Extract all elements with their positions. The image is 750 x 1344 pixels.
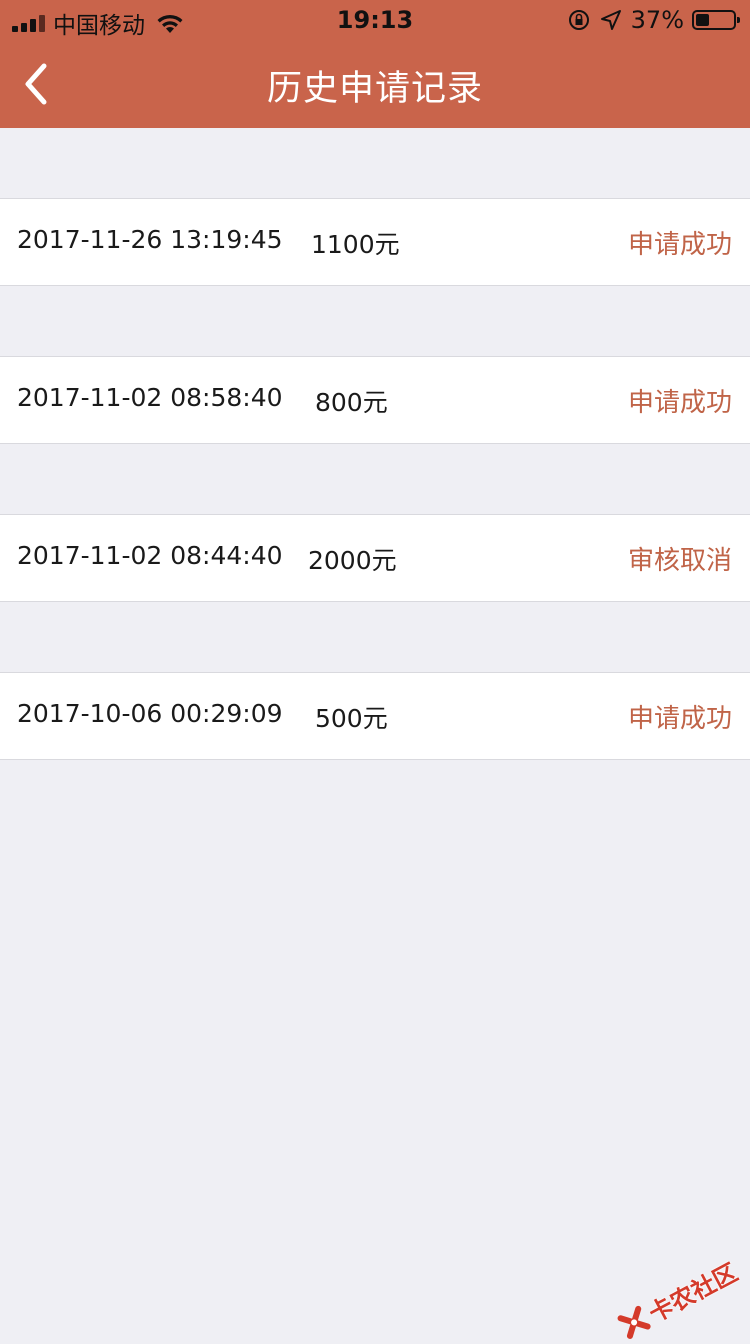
battery-icon: [692, 10, 740, 30]
record-time: 2017-11-02 08:58:40: [17, 383, 283, 412]
record-status: 申请成功: [627, 704, 732, 734]
location-arrow-icon: [600, 10, 621, 30]
page-title: 历史申请记录: [266, 69, 483, 109]
navbar: 历史申请记录: [0, 40, 750, 128]
record-time: 2017-11-02 08:44:40: [17, 541, 283, 570]
rotation-lock-icon: [568, 10, 589, 30]
record-time: 2017-10-06 00:29:09: [17, 699, 283, 728]
watermark-text: 卡农社区: [644, 1258, 743, 1329]
record-row[interactable]: 2017-11-02 08:44:40 2000元 审核取消: [0, 514, 750, 602]
record-amount: 500元: [315, 704, 388, 733]
record-row[interactable]: 2017-10-06 00:29:09 500元 申请成功: [0, 672, 750, 760]
record-amount: 1100元: [311, 230, 400, 259]
record-status: 审核取消: [627, 546, 732, 576]
record-amount: 800元: [315, 388, 388, 417]
record-amount: 2000元: [308, 546, 397, 575]
status-bar: 中国移动 19:13 37%: [0, 0, 750, 40]
watermark-logo: 卡农社区: [613, 1253, 742, 1344]
header-bar: 中国移动 19:13 37% 历史申请记录: [0, 0, 750, 128]
record-time: 2017-11-26 13:19:45: [17, 225, 283, 254]
record-row[interactable]: 2017-11-02 08:58:40 800元 申请成功: [0, 356, 750, 444]
record-row[interactable]: 2017-11-26 13:19:45 1100元 申请成功: [0, 198, 750, 286]
battery-percent: 37%: [630, 6, 684, 34]
status-right: 37%: [567, 6, 740, 34]
record-status: 申请成功: [627, 388, 732, 418]
battery-fill: [696, 14, 709, 26]
record-status: 申请成功: [627, 230, 732, 260]
